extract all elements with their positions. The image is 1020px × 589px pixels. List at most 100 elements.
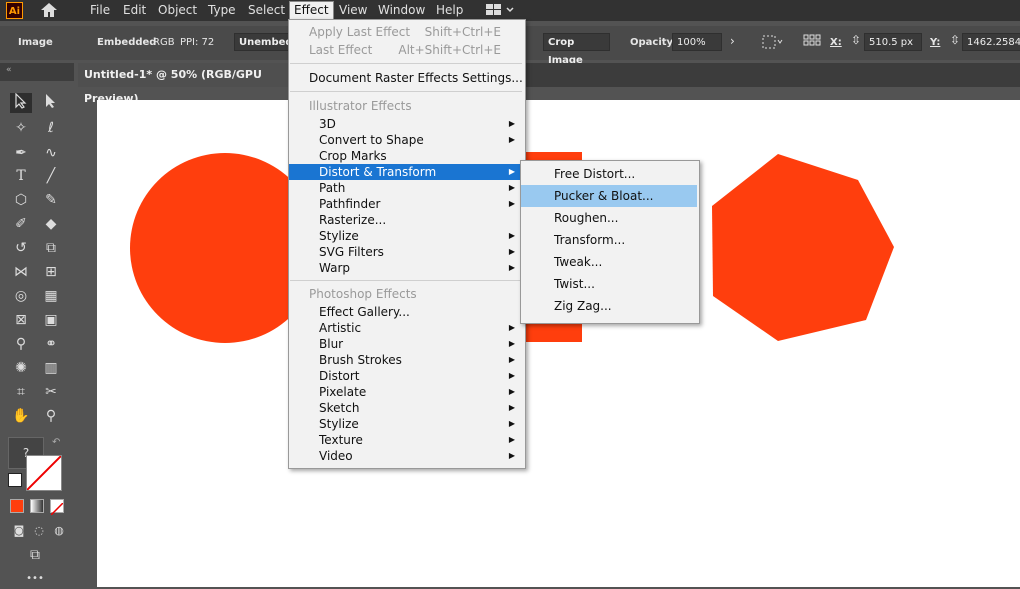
menu-file[interactable]: File xyxy=(90,2,110,19)
submenu-arrow-icon: ▶ xyxy=(508,247,515,256)
x-stepper-icon[interactable]: ⇳ xyxy=(851,33,861,47)
submenu-item-roughen[interactable]: Roughen... xyxy=(521,207,697,229)
submenu-item-tweak[interactable]: Tweak... xyxy=(521,251,697,273)
menu-item-convert-to-shape[interactable]: Convert to Shape ▶ xyxy=(289,132,523,148)
submenu-item-free-distort[interactable]: Free Distort... xyxy=(521,163,697,185)
menu-view[interactable]: View xyxy=(339,2,367,19)
eyedropper-icon[interactable]: ⚲ xyxy=(10,334,32,354)
scale-tool-icon[interactable]: ⧉ xyxy=(40,238,62,258)
reference-point-icon[interactable] xyxy=(803,34,821,53)
menu-type[interactable]: Type xyxy=(208,2,236,19)
shaper-tool-icon[interactable]: ✐ xyxy=(10,214,32,234)
x-input[interactable]: 510.5 px xyxy=(864,33,922,51)
none-mode-swatch[interactable] xyxy=(50,499,64,516)
menu-separator xyxy=(290,91,522,92)
more-tools-icon[interactable]: ••• xyxy=(24,569,46,589)
menu-item-texture[interactable]: Texture ▶ xyxy=(289,432,523,448)
menu-item-svg-filters[interactable]: SVG Filters ▶ xyxy=(289,244,523,260)
slice-tool-icon[interactable]: ✂ xyxy=(40,382,62,402)
zoom-tool-icon[interactable]: ⚲ xyxy=(40,406,62,426)
document-tab[interactable]: Untitled-1* @ 50% (RGB/GPU Preview) xyxy=(78,63,294,105)
mesh-tool-icon[interactable]: ⊠ xyxy=(10,310,32,330)
symbol-sprayer-icon[interactable]: ✺ xyxy=(10,358,32,378)
stroke-swatch[interactable] xyxy=(26,455,62,491)
color-mode-swatch[interactable] xyxy=(10,499,24,513)
eraser-icon[interactable]: ◆ xyxy=(40,214,62,234)
menu-window[interactable]: Window xyxy=(378,2,425,19)
y-stepper-icon[interactable]: ⇳ xyxy=(950,33,960,47)
menu-item-stylize-ps[interactable]: Stylize ▶ xyxy=(289,416,523,432)
menu-item-3d[interactable]: 3D ▶ xyxy=(289,116,523,132)
submenu-item-twist[interactable]: Twist... xyxy=(521,273,697,295)
selection-tool-icon[interactable] xyxy=(10,92,32,113)
menu-help[interactable]: Help xyxy=(436,2,463,19)
menu-item-pixelate[interactable]: Pixelate ▶ xyxy=(289,384,523,400)
menu-effect[interactable]: Effect xyxy=(289,1,334,20)
workspace-switcher-icon[interactable] xyxy=(486,3,516,20)
opacity-arrow-icon[interactable]: › xyxy=(730,34,735,48)
align-icon[interactable] xyxy=(762,35,784,52)
menu-object[interactable]: Object xyxy=(158,2,197,19)
menu-item-video[interactable]: Video ▶ xyxy=(289,448,523,464)
artboard-tool-icon[interactable]: ⌗ xyxy=(10,382,32,402)
toolbox-header[interactable]: « xyxy=(0,63,74,81)
perspective-grid-icon[interactable]: ▦ xyxy=(40,286,62,306)
paintbrush-icon[interactable]: ✎ xyxy=(40,190,62,210)
opacity-input[interactable]: 100% xyxy=(672,33,722,51)
menu-item-blur[interactable]: Blur ▶ xyxy=(289,336,523,352)
crop-image-button[interactable]: Crop Image xyxy=(543,33,610,66)
menu-item-stylize[interactable]: Stylize ▶ xyxy=(289,228,523,244)
shape-builder-icon[interactable]: ◎ xyxy=(10,286,32,306)
submenu-item-transform[interactable]: Transform... xyxy=(521,229,697,251)
hand-tool-icon[interactable]: ✋ xyxy=(10,406,32,426)
last-effect-item[interactable]: Last Effect Alt+Shift+Ctrl+E xyxy=(289,42,523,58)
menu-edit[interactable]: Edit xyxy=(123,2,146,19)
polygon-tool-icon[interactable]: ⬡ xyxy=(10,190,32,210)
menu-item-distort-transform[interactable]: Distort & Transform ▶ xyxy=(289,164,523,180)
embedded-label: Embedded xyxy=(97,37,157,48)
menu-item-effect-gallery[interactable]: Effect Gallery... xyxy=(289,304,523,320)
pen-tool-icon[interactable]: ✒ xyxy=(10,143,32,163)
menu-item-pathfinder[interactable]: Pathfinder ▶ xyxy=(289,196,523,212)
menu-item-crop-marks[interactable]: Crop Marks xyxy=(289,148,523,164)
menu-item-artistic[interactable]: Artistic ▶ xyxy=(289,320,523,336)
line-tool-icon[interactable]: ╱ xyxy=(40,166,62,186)
unembed-button[interactable]: Unembed xyxy=(234,33,293,51)
menu-item-brush-strokes[interactable]: Brush Strokes ▶ xyxy=(289,352,523,368)
menu-separator xyxy=(290,63,522,64)
menu-item-sketch[interactable]: Sketch ▶ xyxy=(289,400,523,416)
color-mode-label: RGB xyxy=(153,37,175,48)
gradient-mode-swatch[interactable] xyxy=(30,499,44,513)
magic-wand-icon[interactable]: ✧ xyxy=(10,118,32,138)
apply-last-effect-item[interactable]: Apply Last Effect Shift+Ctrl+E xyxy=(289,24,523,40)
app-logo: Ai xyxy=(6,2,23,19)
submenu-item-pucker-bloat[interactable]: Pucker & Bloat... xyxy=(521,185,697,207)
screen-mode-icon[interactable]: ⧉ xyxy=(24,545,46,565)
swap-colors-icon[interactable]: ↶ xyxy=(52,437,60,448)
menu-item-path[interactable]: Path ▶ xyxy=(289,180,523,196)
submenu-item-zig-zag[interactable]: Zig Zag... xyxy=(521,295,697,317)
y-input[interactable]: 1462.2584 px xyxy=(962,33,1020,51)
menu-item-rasterize[interactable]: Rasterize... xyxy=(289,212,523,228)
column-graph-icon[interactable]: ▥ xyxy=(40,358,62,378)
menu-select[interactable]: Select xyxy=(248,2,285,19)
rotate-tool-icon[interactable]: ↺ xyxy=(10,238,32,258)
default-colors-icon[interactable] xyxy=(8,473,22,487)
menu-item-warp[interactable]: Warp ▶ xyxy=(289,260,523,276)
lasso-icon[interactable]: ℓ xyxy=(40,118,62,138)
type-tool-icon[interactable]: T xyxy=(10,166,32,186)
menu-item-distort[interactable]: Distort ▶ xyxy=(289,368,523,384)
width-tool-icon[interactable]: ⋈ xyxy=(10,262,32,282)
gradient-tool-icon[interactable]: ▣ xyxy=(40,310,62,330)
draw-inside-icon[interactable]: ◍ xyxy=(48,521,70,541)
blend-tool-icon[interactable]: ⚭ xyxy=(40,334,62,354)
draw-normal-icon[interactable]: ◙ xyxy=(8,521,30,541)
opacity-label: Opacity: xyxy=(630,37,678,48)
home-icon[interactable] xyxy=(40,2,58,21)
free-transform-icon[interactable]: ⊞ xyxy=(40,262,62,282)
heptagon-shape[interactable] xyxy=(700,150,900,346)
draw-behind-icon[interactable]: ◌ xyxy=(28,521,50,541)
document-raster-effects-item[interactable]: Document Raster Effects Settings... xyxy=(289,70,523,86)
curvature-tool-icon[interactable]: ∿ xyxy=(40,143,62,163)
direct-selection-tool-icon[interactable] xyxy=(40,93,62,113)
